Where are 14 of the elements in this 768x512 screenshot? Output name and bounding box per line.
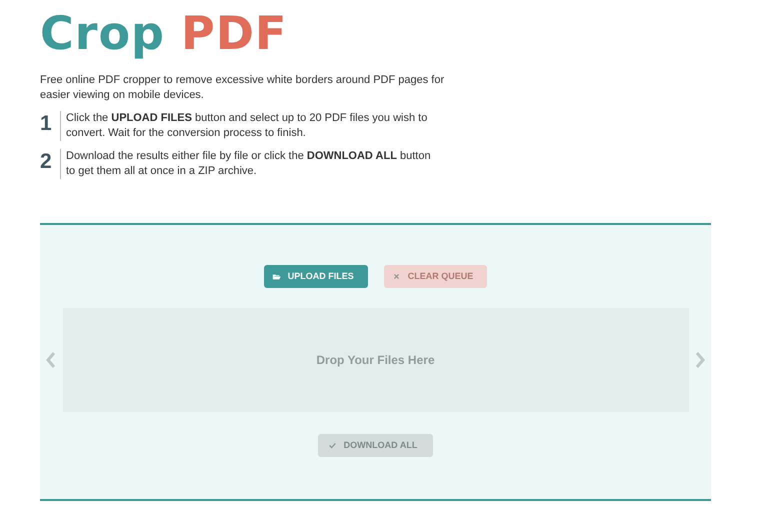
step-number: 2 bbox=[40, 149, 53, 175]
drop-zone[interactable]: Drop Your Files Here bbox=[62, 308, 688, 412]
chevron-left-icon[interactable] bbox=[46, 351, 56, 369]
close-icon bbox=[392, 272, 401, 281]
upload-button[interactable]: UPLOAD FILES bbox=[264, 265, 368, 288]
chevron-right-icon[interactable] bbox=[695, 351, 705, 369]
step-text: Click the UPLOAD FILES button and select up to 20 PDF files you wish to convert. Wait for the conversion process to finish. bbox=[60, 111, 440, 141]
drop-zone-label: Drop Your Files Here bbox=[316, 352, 435, 369]
folder-icon bbox=[272, 272, 281, 281]
check-icon bbox=[328, 441, 337, 450]
intro-text: Free online PDF cropper to remove excessive white borders around PDF pages for easier viewing on mobile devices. bbox=[40, 73, 446, 103]
step-number: 1 bbox=[40, 111, 53, 137]
step-text: Download the results either file by file or click the DOWNLOAD ALL button to get them all at once in a ZIP archive. bbox=[60, 149, 440, 179]
title-word: PDF bbox=[180, 10, 288, 56]
